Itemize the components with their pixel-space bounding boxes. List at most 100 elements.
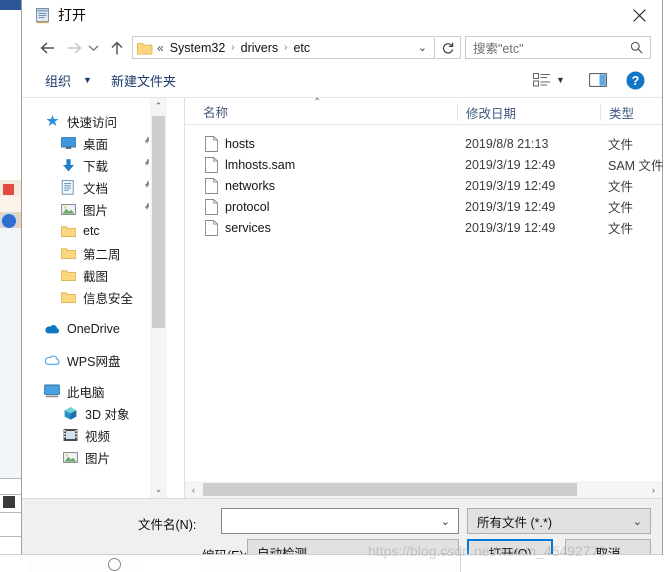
back-button[interactable] [37, 37, 59, 59]
sidebar-item-label: 下载 [83, 159, 109, 174]
breadcrumb-item-drivers[interactable]: drivers [239, 41, 281, 55]
column-header-date[interactable]: 修改日期 [457, 103, 516, 121]
filename-input[interactable]: ⌄ [221, 508, 459, 534]
folder-icon [60, 289, 76, 305]
scroll-up-icon[interactable]: ⌃ [150, 98, 167, 115]
breadcrumb-item-system32[interactable]: System32 [168, 41, 228, 55]
file-type: SAM 文件 [608, 159, 664, 173]
dialog-titlebar: 打开 [22, 0, 662, 32]
sidebar-item-label: 截图 [83, 269, 109, 284]
background-row-2 [0, 196, 21, 212]
chevron-down-icon[interactable]: ⌄ [418, 41, 427, 54]
scroll-down-icon[interactable]: ⌄ [150, 481, 167, 498]
sidebar-item-documents[interactable]: 文档 [22, 176, 167, 198]
sidebar-item-wps-cloud[interactable]: WPS网盘 [22, 349, 167, 371]
notepad-icon [36, 7, 50, 24]
filetype-dropdown[interactable]: 所有文件 (*.*) ⌄ [467, 508, 651, 534]
recent-locations-button[interactable] [85, 37, 101, 59]
sidebar-item-3d-objects[interactable]: 3D 对象 [22, 402, 167, 424]
background-dark-square-icon [3, 496, 15, 508]
sidebar-item-downloads[interactable]: 下载 [22, 154, 167, 176]
file-icon [205, 220, 218, 236]
breadcrumb-separator-2[interactable]: › [280, 42, 291, 53]
up-button[interactable] [106, 37, 128, 59]
help-icon[interactable]: ? [625, 70, 645, 90]
sidebar-item-pictures[interactable]: 图片 [22, 198, 167, 220]
sidebar-gap-2 [22, 340, 167, 349]
sidebar-item-screenshots[interactable]: 截图 [22, 264, 167, 286]
background-clock-icon [108, 558, 121, 571]
new-folder-button[interactable]: 新建文件夹 [111, 71, 176, 90]
file-date: 2019/8/8 21:13 [465, 136, 549, 151]
close-button[interactable] [616, 0, 662, 30]
refresh-button[interactable] [436, 36, 461, 59]
address-bar[interactable]: « System32 › drivers › etc ⌄ [132, 36, 435, 59]
column-header-type[interactable]: 类型 [600, 103, 634, 121]
scrollbar-thumb[interactable] [152, 116, 165, 328]
preview-pane-icon[interactable] [587, 70, 609, 90]
background-desktop-strip [0, 0, 21, 572]
scroll-left-icon[interactable]: ‹ [185, 481, 202, 498]
table-row[interactable]: networks 2019/3/19 12:49 文件 [185, 175, 662, 196]
sidebar-item-label: 快速访问 [67, 115, 118, 130]
onedrive-icon [44, 321, 60, 337]
filetype-value: 所有文件 (*.*) [477, 515, 553, 530]
breadcrumb-item-etc[interactable]: etc [291, 41, 312, 55]
sidebar-item-infosec[interactable]: 信息安全 [22, 286, 167, 308]
navigation-pane-scrollbar[interactable]: ⌃ ⌄ [149, 98, 167, 498]
background-cell-3 [138, 555, 201, 572]
sidebar-item-onedrive[interactable]: OneDrive [22, 318, 167, 340]
svg-text:?: ? [631, 74, 639, 88]
sidebar-item-week2[interactable]: 第二周 [22, 242, 167, 264]
sidebar-item-label: 第二周 [83, 247, 121, 262]
background-red-icon [3, 184, 14, 195]
file-name: services [225, 220, 271, 235]
sidebar-item-etc[interactable]: etc [22, 220, 167, 242]
table-row[interactable]: protocol 2019/3/19 12:49 文件 [185, 196, 662, 217]
command-toolbar: 组织 ▼ 新建文件夹 ▼ ? [22, 64, 662, 98]
sidebar-item-label: 图片 [85, 451, 111, 466]
file-list-horizontal-scrollbar[interactable]: ‹ › [185, 481, 662, 498]
pin-star-icon [44, 113, 60, 129]
table-row[interactable]: services 2019/3/19 12:49 文件 [185, 217, 662, 238]
view-list-icon[interactable] [531, 70, 553, 90]
view-caret-icon[interactable]: ▼ [556, 75, 565, 85]
table-row[interactable]: hosts 2019/8/8 21:13 文件 [185, 133, 662, 154]
sidebar-item-this-pc[interactable]: 此电脑 [22, 380, 167, 402]
sidebar-item-label: 图片 [83, 203, 109, 218]
forward-button[interactable] [63, 37, 85, 59]
breadcrumb-separator-1[interactable]: › [227, 42, 238, 53]
sidebar-item-label: 桌面 [83, 137, 109, 152]
pictures-icon [60, 201, 76, 217]
open-file-dialog: 打开 « System32 › drivers › etc ⌄ 搜索"etc" … [21, 0, 664, 572]
file-type: 文件 [608, 222, 634, 236]
sidebar-item-label: WPS网盘 [67, 354, 121, 369]
organize-caret-icon[interactable]: ▼ [83, 75, 92, 85]
file-type: 文件 [608, 180, 634, 194]
background-window-titlebar [0, 0, 21, 10]
column-header-name[interactable]: 名称 [203, 98, 228, 124]
scrollbar-thumb[interactable] [203, 483, 577, 496]
search-icon[interactable] [630, 41, 643, 54]
table-row[interactable]: lmhosts.sam 2019/3/19 12:49 SAM 文件 [185, 154, 664, 175]
this-pc-icon [44, 383, 60, 399]
sidebar-item-label: 3D 对象 [85, 407, 130, 422]
breadcrumb-overflow[interactable]: « [156, 41, 168, 55]
file-list-pane: ⌃ 名称 修改日期 类型 hosts 2019/8/8 21:13 文件 lmh… [185, 97, 664, 498]
file-name: lmhosts.sam [225, 157, 296, 172]
chevron-down-icon[interactable]: ⌄ [633, 515, 642, 528]
screenshot-root: 打开 « System32 › drivers › etc ⌄ 搜索"etc" … [0, 0, 664, 572]
scroll-right-icon[interactable]: › [645, 481, 662, 498]
organize-button[interactable]: 组织 [45, 71, 71, 90]
chevron-down-icon[interactable]: ⌄ [441, 515, 450, 528]
desktop-icon [60, 135, 76, 151]
sidebar-item-pictures-pc[interactable]: 图片 [22, 446, 167, 468]
file-name: hosts [225, 136, 255, 151]
sidebar-item-videos[interactable]: 视频 [22, 424, 167, 446]
sidebar-item-desktop[interactable]: 桌面 [22, 132, 167, 154]
search-input[interactable]: 搜索"etc" [465, 36, 651, 59]
folder-icon [60, 267, 76, 283]
file-icon [205, 199, 218, 215]
dialog-content: 快速访问 桌面 下载 文档 图片 etc 第二周 截图 信息安全 OneDriv… [22, 97, 664, 498]
sidebar-item-quick-access[interactable]: 快速访问 [22, 110, 167, 132]
